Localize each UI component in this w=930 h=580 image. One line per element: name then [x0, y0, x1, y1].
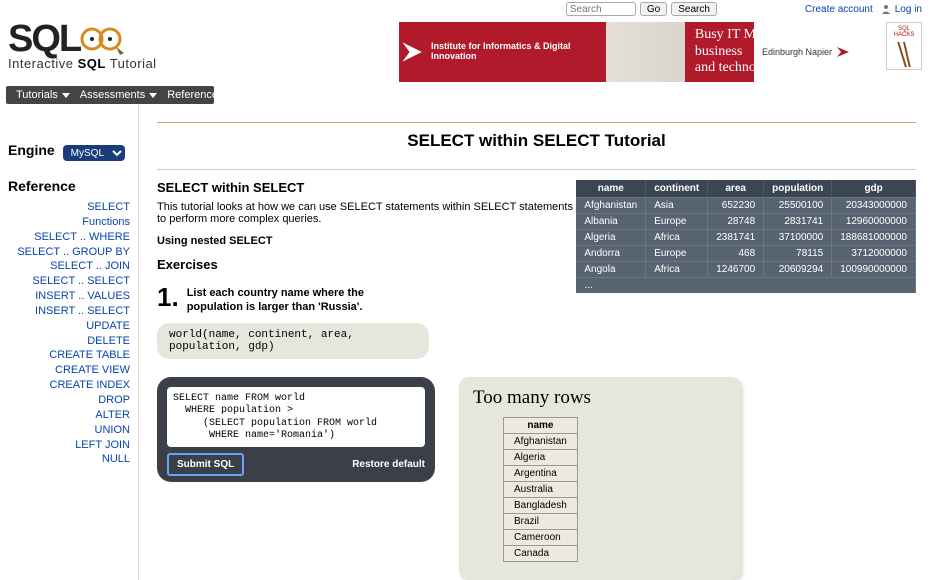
world-sample-table: namecontinentareapopulationgdp Afghanist… — [576, 180, 916, 293]
submit-sql-button[interactable]: Submit SQL — [167, 453, 244, 476]
go-button[interactable]: Go — [640, 2, 667, 16]
sidebar-ref-link[interactable]: SELECT — [8, 200, 130, 215]
sidebar-ref-link[interactable]: SELECT .. WHERE — [8, 230, 130, 245]
menu-reference[interactable]: Reference — [163, 89, 234, 101]
table-header: continent — [646, 180, 708, 198]
sidebar-ref-link[interactable]: INSERT .. VALUES — [8, 289, 130, 304]
exercise-number: 1. — [157, 282, 179, 313]
banner-institute: Institute for Informatics & Digital Inno… — [431, 42, 596, 62]
chevron-down-icon — [222, 93, 230, 98]
sidebar-ref-link[interactable]: CREATE INDEX — [8, 378, 130, 393]
result-header: name — [504, 417, 578, 433]
table-header: population — [764, 180, 832, 198]
search-input[interactable] — [566, 2, 636, 16]
ad-banner[interactable]: Institute for Informatics & Digital Inno… — [399, 22, 858, 82]
table-row: AlgeriaAfrica238174137100000188681000000 — [576, 230, 915, 246]
table-header: gdp — [832, 180, 916, 198]
search-button[interactable]: Search — [671, 2, 717, 16]
table-row: AfghanistanAsia6522302550010020343000000 — [576, 198, 915, 214]
sidebar-ref-link[interactable]: DROP — [8, 393, 130, 408]
sidebar-ref-link[interactable]: SELECT .. GROUP BY — [8, 245, 130, 260]
engine-select[interactable]: MySQL — [63, 145, 125, 161]
sidebar-ref-link[interactable]: LEFT JOIN — [8, 438, 130, 453]
exercise-text: List each country name where the populat… — [187, 282, 417, 315]
sidebar-ref-link[interactable]: CREATE TABLE — [8, 348, 130, 363]
banner-image — [606, 22, 685, 82]
table-row: AndorraEurope468781153712000000 — [576, 246, 915, 262]
sql-hacks-badge[interactable]: SQL HACKS — [886, 22, 922, 70]
sql-editor[interactable]: SELECT name FROM world WHERE population … — [167, 387, 425, 447]
chevron-down-icon — [62, 93, 70, 98]
table-row: AlbaniaEurope28748283174112960000000 — [576, 214, 915, 230]
result-panel: Too many rows name AfghanistanAlgeriaArg… — [459, 377, 741, 580]
table-header: area — [708, 180, 764, 198]
result-row: Bangladesh — [504, 497, 578, 513]
sidebar-ref-link[interactable]: CREATE VIEW — [8, 363, 130, 378]
logo-subtitle: Interactive SQL Tutorial — [8, 56, 169, 71]
logo-text: SQL — [8, 18, 80, 60]
site-logo[interactable]: SQL Interactive SQL Tutorial — [8, 22, 169, 71]
result-row: Brazil — [504, 513, 578, 529]
menu-tutorials[interactable]: Tutorials — [12, 89, 74, 101]
logo-mascot-icon — [80, 29, 126, 55]
schema-hint: world(name, continent, area, population,… — [157, 323, 429, 359]
sidebar-ref-link[interactable]: UPDATE — [8, 319, 130, 334]
table-row: AngolaAfrica124670020609294100990000000 — [576, 262, 915, 278]
restore-default-link[interactable]: Restore default — [352, 459, 425, 470]
sidebar-ref-link[interactable]: SELECT .. SELECT — [8, 274, 130, 289]
page-title: SELECT within SELECT Tutorial — [157, 131, 916, 151]
sql-editor-panel: SELECT name FROM world WHERE population … — [157, 377, 435, 482]
reference-heading: Reference — [8, 178, 130, 194]
sidebar-ref-link[interactable]: INSERT .. SELECT — [8, 304, 130, 319]
engine-heading: Engine — [8, 142, 55, 158]
chevron-down-icon — [149, 93, 157, 98]
result-row: Argentina — [504, 465, 578, 481]
result-row: Algeria — [504, 449, 578, 465]
result-title: Too many rows — [473, 387, 727, 409]
user-icon — [881, 4, 891, 14]
result-row: Canada — [504, 545, 578, 561]
result-row: Cameroon — [504, 529, 578, 545]
chopsticks-icon — [894, 40, 914, 69]
banner-university: Edinburgh Napier — [754, 22, 858, 82]
menu-assessments[interactable]: Assessments — [76, 89, 161, 101]
table-ellipsis: ... — [576, 278, 915, 294]
sidebar-ref-link[interactable]: Functions — [8, 215, 130, 230]
login-link[interactable]: Log in — [895, 4, 922, 15]
result-row: Australia — [504, 481, 578, 497]
result-row: Afghanistan — [504, 433, 578, 449]
result-table: name AfghanistanAlgeriaArgentinaAustrali… — [503, 417, 578, 562]
sidebar-ref-link[interactable]: ALTER — [8, 408, 130, 423]
arrow-icon — [399, 37, 425, 67]
main-menubar: Tutorials Assessments Reference — [6, 86, 214, 104]
sidebar-ref-link[interactable]: NULL — [8, 452, 130, 467]
sidebar-ref-link[interactable]: DELETE — [8, 334, 130, 349]
create-account-link[interactable]: Create account — [805, 4, 873, 15]
table-header: name — [576, 180, 645, 198]
sidebar-ref-link[interactable]: SELECT .. JOIN — [8, 259, 130, 274]
sidebar-ref-link[interactable]: UNION — [8, 423, 130, 438]
